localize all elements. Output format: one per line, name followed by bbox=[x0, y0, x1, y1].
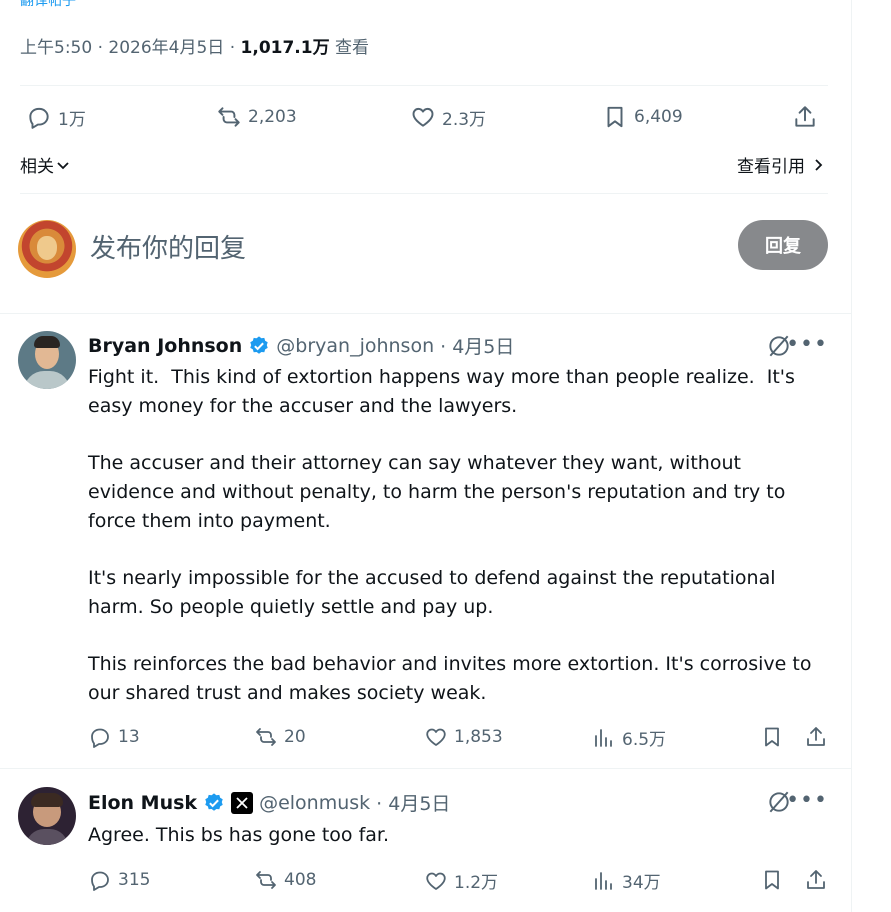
like-count: 1.2万 bbox=[454, 873, 499, 893]
tweet-date[interactable]: · 4月5日 bbox=[440, 332, 514, 359]
avatar[interactable] bbox=[18, 220, 76, 278]
more-icon[interactable]: ••• bbox=[786, 332, 828, 357]
bookmark-count: 6,409 bbox=[634, 107, 683, 127]
reply-count: 315 bbox=[118, 870, 151, 890]
share-action[interactable] bbox=[804, 868, 828, 892]
share-action[interactable] bbox=[804, 725, 828, 749]
translate-post-link[interactable]: 翻译帖子 bbox=[20, 0, 76, 10]
like-icon bbox=[426, 872, 446, 890]
view-quotes-link[interactable]: 查看引用 bbox=[737, 152, 825, 177]
like-stat[interactable]: 2.3万 bbox=[410, 104, 486, 130]
share-icon bbox=[807, 727, 825, 746]
post-views-count: 1,017.1万 bbox=[240, 38, 330, 58]
tweet-date[interactable]: · 4月5日 bbox=[376, 789, 450, 816]
bookmark-icon bbox=[765, 727, 779, 747]
divider bbox=[0, 768, 852, 769]
repost-icon bbox=[218, 107, 240, 127]
x-badge-icon bbox=[231, 791, 254, 814]
repost-action[interactable]: 408 bbox=[254, 868, 316, 892]
repost-count: 408 bbox=[284, 870, 317, 890]
post-stats-bar: 1万 2,203 2.3万 6,409 bbox=[20, 98, 828, 142]
like-count: 1,853 bbox=[454, 727, 503, 747]
repost-icon bbox=[256, 871, 276, 889]
repost-count: 20 bbox=[284, 727, 306, 747]
more-icon[interactable]: ••• bbox=[786, 788, 828, 813]
bookmark-action[interactable] bbox=[760, 725, 784, 749]
views-icon bbox=[595, 871, 612, 890]
author-name[interactable]: Bryan Johnson bbox=[88, 335, 242, 357]
views-action[interactable]: 6.5万 bbox=[592, 725, 666, 750]
tweet-text: Agree. This bs has gone too far. bbox=[88, 824, 390, 846]
chevron-down-icon bbox=[57, 161, 69, 169]
post-date[interactable]: 2026年4月5日 bbox=[108, 38, 224, 58]
bookmark-stat[interactable]: 6,409 bbox=[602, 104, 683, 130]
tweet-actions: 315 408 1.2万 34万 bbox=[88, 868, 833, 896]
reply-action[interactable]: 315 bbox=[88, 868, 150, 892]
verified-icon bbox=[205, 792, 223, 811]
related-label: 相关 bbox=[20, 157, 54, 177]
bookmark-action[interactable] bbox=[760, 868, 784, 892]
like-icon bbox=[412, 107, 434, 127]
avatar[interactable] bbox=[18, 787, 76, 845]
reply-action[interactable]: 13 bbox=[88, 725, 140, 749]
repost-count: 2,203 bbox=[248, 107, 297, 127]
bookmark-icon bbox=[607, 106, 623, 128]
tweet-header: Bryan Johnson @bryan_johnson · 4月5日 bbox=[88, 332, 514, 359]
share-icon bbox=[807, 870, 825, 889]
reply-icon bbox=[91, 871, 109, 891]
bookmark-icon bbox=[765, 870, 779, 890]
reply-stat[interactable]: 1万 bbox=[26, 104, 86, 130]
author-handle[interactable]: @elonmusk bbox=[259, 792, 370, 814]
share-icon bbox=[795, 106, 815, 127]
repost-icon bbox=[256, 728, 276, 746]
divider bbox=[20, 85, 828, 86]
views-icon bbox=[595, 728, 612, 747]
post-time[interactable]: 上午5:50 bbox=[20, 38, 92, 58]
related-dropdown[interactable]: 相关 bbox=[20, 152, 70, 177]
main-column: 翻译帖子 上午5:50 · 2026年4月5日 · 1,017.1万 查看 1万… bbox=[0, 0, 852, 912]
reply-button[interactable]: 回复 bbox=[738, 220, 828, 270]
reply-icon bbox=[91, 728, 109, 748]
views-count: 34万 bbox=[622, 873, 661, 893]
like-action[interactable]: 1,853 bbox=[424, 725, 503, 749]
tweet-text: Fight it. This kind of extortion happens… bbox=[88, 366, 812, 704]
share-button[interactable] bbox=[792, 104, 818, 130]
chevron-right-icon bbox=[815, 158, 823, 171]
verified-icon bbox=[250, 335, 268, 354]
author-handle[interactable]: @bryan_johnson bbox=[276, 335, 434, 357]
divider bbox=[0, 313, 852, 314]
view-quotes-label: 查看引用 bbox=[737, 157, 805, 177]
repost-stat[interactable]: 2,203 bbox=[216, 104, 297, 130]
avatar[interactable] bbox=[18, 331, 76, 389]
reply-count: 1万 bbox=[58, 109, 86, 130]
post-views-label: 查看 bbox=[335, 38, 369, 58]
like-count: 2.3万 bbox=[442, 109, 487, 130]
post-meta: 上午5:50 · 2026年4月5日 · 1,017.1万 查看 bbox=[20, 38, 369, 58]
views-count: 6.5万 bbox=[622, 730, 667, 750]
divider bbox=[20, 193, 828, 194]
reply-composer: 发布你的回复 回复 bbox=[18, 218, 828, 278]
reply-count: 13 bbox=[118, 727, 140, 747]
like-action[interactable]: 1.2万 bbox=[424, 868, 498, 893]
tweet-actions: 13 20 1,853 6.5万 bbox=[88, 725, 833, 753]
reply-input[interactable]: 发布你的回复 bbox=[90, 228, 246, 265]
tweet-header: Elon Musk @elonmusk · 4月5日 bbox=[88, 789, 450, 816]
repost-action[interactable]: 20 bbox=[254, 725, 306, 749]
reply-icon bbox=[29, 107, 49, 129]
like-icon bbox=[426, 728, 446, 746]
author-name[interactable]: Elon Musk bbox=[88, 792, 197, 814]
views-action[interactable]: 34万 bbox=[592, 868, 661, 893]
